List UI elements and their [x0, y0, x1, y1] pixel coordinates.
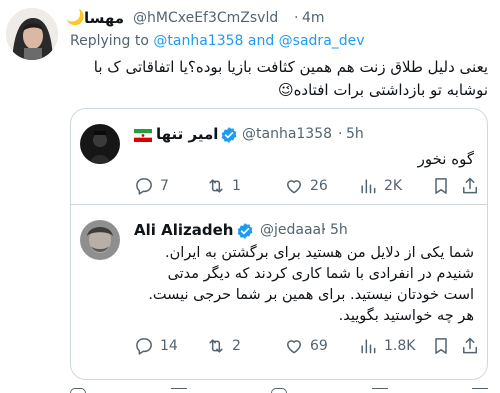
card-divider — [70, 204, 488, 205]
tweet2-text-line1: شما یکی از دلایل من هستید برای برگشتن به… — [165, 245, 474, 261]
replying-and: and — [247, 33, 275, 49]
bookmark-button[interactable] — [431, 336, 451, 356]
avatar-ali[interactable] — [80, 220, 120, 260]
retweet-icon — [209, 339, 223, 353]
outer-handle[interactable]: @hMCxeEf3CmZsvld — [133, 10, 278, 26]
moon-emoji: 🌙 — [66, 8, 85, 26]
tweet2-text-line4: هر چه خواستید بگویید. — [338, 308, 474, 324]
replying-prefix: Replying to — [70, 33, 149, 49]
retweet-count: 1 — [232, 178, 241, 194]
reply-icon — [136, 338, 152, 355]
tweet2-text-line3: است خودتان نیستید. برای همین بر شما حرجی… — [148, 287, 474, 303]
replying-to-line: Replying to @tanha1358 and @sadra_dev — [70, 33, 365, 49]
reply-icon — [136, 178, 152, 195]
reply-button[interactable]: 14 — [134, 336, 178, 356]
tweet1-display-name[interactable]: امیر تنها — [156, 125, 218, 143]
retweet-button[interactable]: 1 — [206, 176, 241, 196]
tweet1-text: گوه نخور — [417, 150, 474, 168]
like-count: 26 — [310, 178, 328, 194]
outer-time[interactable]: 4m — [302, 10, 325, 26]
views-count: 2K — [384, 178, 403, 194]
avatar-amir[interactable] — [80, 124, 120, 164]
tweet2-text-line2: شنیدم در انفرادی با شما کاری کردند که دی… — [167, 266, 474, 282]
tweet2-display-name[interactable]: Ali Alizadeh — [134, 221, 233, 239]
retweet-count: 2 — [232, 338, 241, 354]
share-icon — [463, 337, 477, 354]
reply-button[interactable]: 7 — [134, 176, 169, 196]
flag-iran-icon — [134, 127, 152, 142]
outer-tweet-text-line2: نوشابه تو بازداشتی برات افتاده😉 — [277, 81, 488, 99]
mention-sadra[interactable]: @sadra_dev — [279, 33, 365, 49]
retweet-button[interactable]: 2 — [206, 336, 241, 356]
tweet1-dot: · — [338, 126, 343, 142]
verified-badge-icon — [236, 222, 254, 244]
like-button[interactable]: 26 — [284, 176, 328, 196]
views-button[interactable]: 1.8K — [358, 336, 415, 356]
like-button[interactable]: 69 — [284, 336, 328, 356]
tweet1-time[interactable]: 5h — [346, 126, 364, 142]
tweet1-handle[interactable]: @tanha1358 — [242, 126, 332, 142]
avatar-mahsa[interactable] — [6, 8, 58, 60]
share-icon — [463, 177, 477, 194]
outer-actions-cutoff — [70, 388, 488, 393]
share-button[interactable] — [460, 336, 480, 356]
share-button[interactable] — [460, 176, 480, 196]
tweet2-time[interactable]: 5h — [330, 222, 348, 238]
mention-tanha[interactable]: @tanha1358 — [153, 33, 243, 49]
views-button[interactable]: 2K — [358, 176, 402, 196]
views-icon — [361, 179, 376, 194]
reply-count: 7 — [160, 178, 169, 194]
bookmark-button[interactable] — [431, 176, 451, 196]
tweet2-handle[interactable]: @jedaaal — [260, 222, 325, 238]
views-count: 1.8K — [384, 338, 416, 354]
heart-icon — [287, 180, 301, 194]
outer-tweet-text-line1: یعنی دلیل طلاق زنت هم همین کثافت بازیا ب… — [93, 58, 488, 76]
tweet2-dot: · — [322, 222, 327, 238]
outer-display-name[interactable]: مهسا — [84, 9, 132, 27]
bookmark-icon — [435, 338, 447, 354]
outer-dot: · — [294, 10, 299, 26]
bookmark-icon — [435, 178, 447, 194]
like-count: 69 — [310, 338, 328, 354]
reply-count: 14 — [160, 338, 178, 354]
verified-badge-icon — [220, 126, 238, 148]
heart-icon — [287, 340, 301, 354]
views-icon — [361, 339, 376, 354]
retweet-icon — [209, 179, 223, 193]
